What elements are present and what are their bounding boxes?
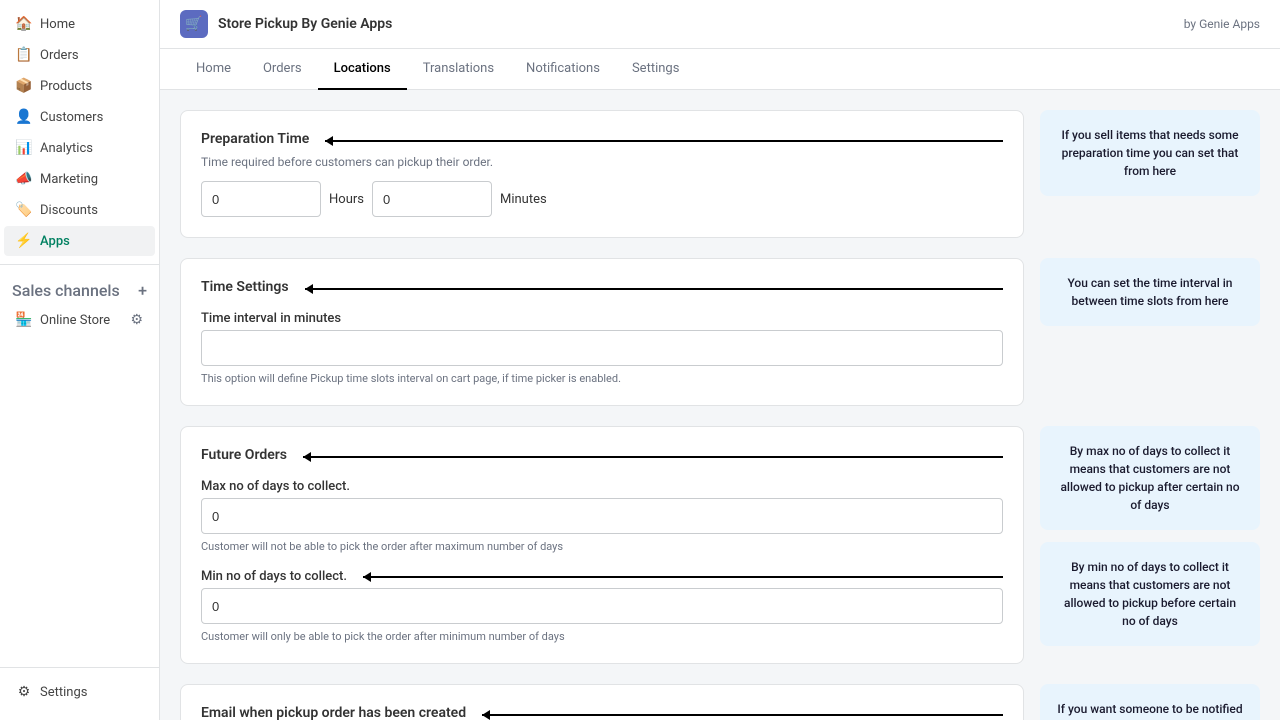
sidebar-item-analytics[interactable]: 📊 Analytics [4,133,155,163]
sidebar-item-label: Home [40,17,75,32]
app-by-text: by Genie Apps [1184,17,1260,31]
time-interval-input[interactable] [201,330,1003,366]
future-orders-title: Future Orders [201,447,287,463]
app-header: 🛒 Store Pickup By Genie Apps by Genie Ap… [160,0,1280,49]
discounts-icon: 🏷️ [16,202,32,218]
sidebar-item-label: Apps [40,234,70,249]
minutes-input[interactable] [372,181,492,217]
app-icon: 🛒 [180,10,208,38]
email-notify-title: Email when pickup order has been created [201,705,466,720]
time-settings-row: Time Settings Time interval in minutes T… [180,258,1260,406]
sidebar-item-label: Orders [40,48,79,63]
preparation-time-inputs: Hours Minutes [201,181,1003,217]
hours-input[interactable] [201,181,321,217]
sidebar-item-label: Discounts [40,203,98,218]
preparation-time-row: Preparation Time Time required before cu… [180,110,1260,238]
preparation-time-title: Preparation Time [201,131,309,147]
online-store-icon: 🏪 [16,312,32,328]
main-content: 🛒 Store Pickup By Genie Apps by Genie Ap… [160,0,1280,720]
time-settings-hint: You can set the time interval in between… [1040,258,1260,326]
sidebar-item-label: Customers [40,110,103,125]
tab-translations[interactable]: Translations [407,49,510,90]
preparation-time-hint: If you sell items that needs some prepar… [1040,110,1260,196]
products-icon: 📦 [16,78,32,94]
email-notify-hint: If you want someone to be notified whene… [1040,684,1260,720]
sidebar-nav: 🏠 Home 📋 Orders 📦 Products 👤 Customers 📊… [0,0,159,667]
time-settings-card: Time Settings Time interval in minutes T… [180,258,1024,406]
interval-label: Time interval in minutes [201,311,1003,326]
time-settings-title: Time Settings [201,279,289,295]
sidebar-item-label: Marketing [40,172,98,187]
sidebar-item-label: Settings [40,685,87,700]
app-title: Store Pickup By Genie Apps [218,16,392,32]
app-header-left: 🛒 Store Pickup By Genie Apps [180,10,392,38]
analytics-icon: 📊 [16,140,32,156]
preparation-time-desc: Time required before customers can picku… [201,155,1003,169]
sidebar-item-label: Analytics [40,141,93,156]
min-days-label: Min no of days to collect. [201,569,347,584]
future-orders-hints: By max no of days to collect it means th… [1040,426,1260,646]
time-interval-subdesc: This option will define Pickup time slot… [201,372,1003,385]
min-days-hint: By min no of days to collect it means th… [1040,542,1260,646]
max-days-input[interactable] [201,498,1003,534]
orders-icon: 📋 [16,47,32,63]
marketing-icon: 📣 [16,171,32,187]
max-days-subdesc: Customer will not be able to pick the or… [201,540,1003,553]
hours-label: Hours [329,192,364,207]
add-sales-channel-icon[interactable]: + [138,281,147,300]
min-days-arrow [363,576,1003,578]
tab-locations[interactable]: Locations [318,49,407,90]
time-settings-arrow [305,288,1003,290]
tab-home[interactable]: Home [180,49,247,90]
sidebar-item-products[interactable]: 📦 Products [4,71,155,101]
minutes-label: Minutes [500,192,547,207]
sidebar-item-settings[interactable]: ⚙ Settings [4,677,155,707]
settings-icon: ⚙ [16,684,32,700]
sidebar-item-marketing[interactable]: 📣 Marketing [4,164,155,194]
sidebar-item-customers[interactable]: 👤 Customers [4,102,155,132]
sidebar-footer: ⚙ Settings [0,667,159,720]
online-store-settings-icon[interactable]: ⚙ [130,312,143,328]
sidebar-item-label: Products [40,79,92,94]
sidebar-item-online-store[interactable]: 🏪 Online Store ⚙ [4,305,155,335]
sidebar-item-label: Online Store [40,313,110,328]
page-content: Preparation Time Time required before cu… [160,90,1280,720]
email-notify-row: Email when pickup order has been created… [180,684,1260,720]
sales-channels-section: Sales channels + [0,273,159,304]
preparation-time-card: Preparation Time Time required before cu… [180,110,1024,238]
max-days-label: Max no of days to collect. [201,479,1003,494]
future-orders-card: Future Orders Max no of days to collect.… [180,426,1024,664]
home-icon: 🏠 [16,16,32,32]
tab-notifications[interactable]: Notifications [510,49,616,90]
sidebar: 🏠 Home 📋 Orders 📦 Products 👤 Customers 📊… [0,0,160,720]
tab-orders[interactable]: Orders [247,49,318,90]
future-orders-arrow [303,456,1003,458]
email-notify-card: Email when pickup order has been created… [180,684,1024,720]
max-days-hint: By max no of days to collect it means th… [1040,426,1260,530]
tabs-bar: Home Orders Locations Translations Notif… [160,49,1280,90]
preparation-arrow [325,140,1003,142]
apps-icon: ⚡ [16,233,32,249]
min-days-input[interactable] [201,588,1003,624]
min-days-subdesc: Customer will only be able to pick the o… [201,630,1003,643]
customers-icon: 👤 [16,109,32,125]
sales-channels-label: Sales channels [12,281,120,300]
future-orders-row: Future Orders Max no of days to collect.… [180,426,1260,664]
tab-settings[interactable]: Settings [616,49,695,90]
sidebar-item-discounts[interactable]: 🏷️ Discounts [4,195,155,225]
sidebar-item-home[interactable]: 🏠 Home [4,9,155,39]
sidebar-item-apps[interactable]: ⚡ Apps [4,226,155,256]
email-notify-arrow [482,714,1003,716]
sidebar-item-orders[interactable]: 📋 Orders [4,40,155,70]
content-inner: Preparation Time Time required before cu… [180,110,1260,720]
